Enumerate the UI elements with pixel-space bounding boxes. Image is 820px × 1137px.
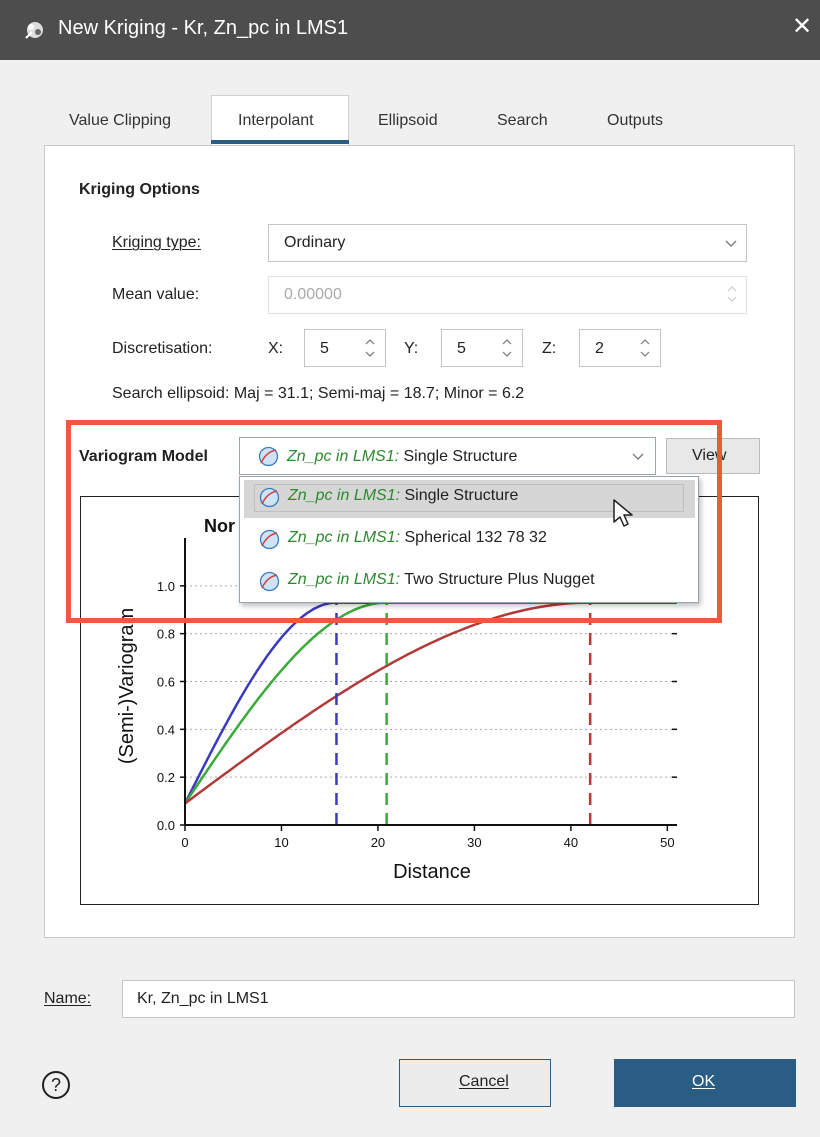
chart-y-label: (Semi-)Variogram bbox=[116, 608, 138, 764]
y-tick-label: 0.8 bbox=[157, 627, 175, 642]
spin-arrows-icon[interactable] bbox=[364, 336, 376, 360]
tab-interpolant[interactable]: Interpolant bbox=[238, 112, 314, 130]
spin-arrows-icon[interactable] bbox=[639, 336, 651, 360]
disc-z-label: Z: bbox=[542, 340, 557, 357]
variogram-curve-2 bbox=[183, 601, 677, 805]
tab-search[interactable]: Search bbox=[497, 112, 548, 130]
y-tick-label: 0.4 bbox=[157, 722, 175, 737]
cancel-button-label: Cancel bbox=[459, 1073, 509, 1090]
x-tick-label: 40 bbox=[564, 835, 578, 850]
spin-arrows-icon bbox=[727, 286, 737, 302]
mean-value-text: 0.00000 bbox=[284, 286, 342, 303]
kriging-options-heading: Kriging Options bbox=[79, 181, 200, 198]
search-ellipsoid-summary: Search ellipsoid: Maj = 31.1; Semi-maj =… bbox=[112, 385, 525, 402]
tab-active-underline bbox=[211, 140, 349, 144]
y-tick-label: 0.6 bbox=[157, 675, 175, 690]
window-title: New Kriging - Kr, Zn_pc in LMS1 bbox=[58, 17, 349, 39]
chart-x-label: Distance bbox=[393, 861, 471, 883]
x-tick-label: 30 bbox=[467, 835, 481, 850]
disc-x-label: X: bbox=[268, 340, 284, 357]
tab-ellipsoid[interactable]: Ellipsoid bbox=[378, 112, 438, 130]
kriging-type-label: Kriging type: bbox=[112, 234, 201, 251]
tab-outputs[interactable]: Outputs bbox=[607, 112, 663, 130]
kriging-app-icon bbox=[25, 22, 43, 39]
disc-y-value: 5 bbox=[457, 340, 466, 357]
x-tick-label: 20 bbox=[371, 835, 385, 850]
disc-y-label: Y: bbox=[404, 340, 419, 357]
discretisation-label: Discretisation: bbox=[112, 340, 213, 357]
x-tick-label: 50 bbox=[660, 835, 674, 850]
x-tick-label: 0 bbox=[181, 835, 188, 850]
x-tick-label: 10 bbox=[274, 835, 288, 850]
spin-arrows-icon[interactable] bbox=[501, 336, 513, 360]
disc-x-value: 5 bbox=[320, 340, 329, 357]
mean-value-label: Mean value: bbox=[112, 286, 200, 303]
chevron-down-icon bbox=[725, 240, 737, 247]
name-input-value: Kr, Zn_pc in LMS1 bbox=[137, 990, 269, 1007]
y-tick-label: 0.2 bbox=[157, 770, 175, 785]
kriging-type-value: Ordinary bbox=[284, 234, 346, 251]
close-icon[interactable]: ✕ bbox=[792, 14, 812, 40]
ok-button-label: OK bbox=[692, 1073, 716, 1090]
help-icon[interactable]: ? bbox=[42, 1071, 70, 1099]
highlight-annotation-box bbox=[66, 420, 722, 623]
variogram-curve-1 bbox=[183, 601, 677, 805]
name-label: Name: bbox=[44, 990, 92, 1007]
y-tick-label: 0.0 bbox=[157, 818, 175, 833]
disc-z-value: 2 bbox=[595, 340, 604, 357]
variogram-curve-3 bbox=[184, 601, 677, 805]
tab-value-clipping[interactable]: Value Clipping bbox=[69, 112, 171, 130]
